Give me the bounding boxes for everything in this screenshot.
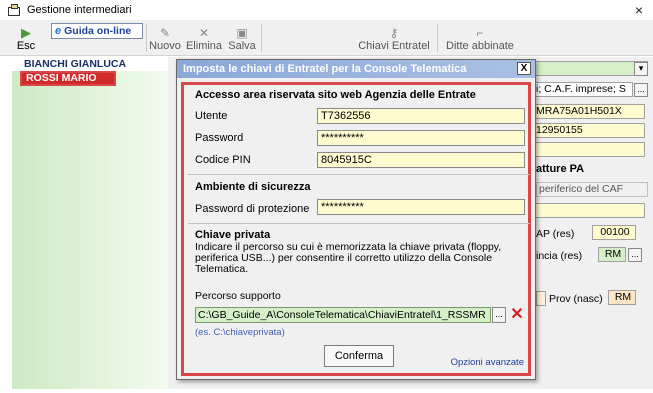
codice-pin-input[interactable]: 8045915C <box>317 152 525 168</box>
blank-field[interactable] <box>533 142 645 157</box>
guida-label: Guida on-line <box>64 25 132 37</box>
list-item-selected[interactable]: ROSSI MARIO <box>20 71 116 86</box>
protezione-label: Password di protezione <box>195 203 310 215</box>
app-icon <box>8 4 21 16</box>
window-close-button[interactable]: × <box>635 2 643 18</box>
save-icon: ▣ <box>236 26 248 40</box>
toolbar-separator <box>146 24 147 52</box>
toolbar-separator <box>261 24 262 52</box>
conferma-button[interactable]: Conferma <box>324 345 394 367</box>
blank-field-2[interactable] <box>533 203 645 218</box>
chiave-description: Indicare il percorso su cui è memorizzat… <box>195 241 502 275</box>
browser-icon: e <box>55 25 62 37</box>
opzioni-avanzate-link[interactable]: Opzioni avanzate <box>451 357 524 368</box>
cap-res-field[interactable]: 00100 <box>592 225 636 240</box>
caf-field[interactable]: i; C.A.F. imprese; S <box>533 82 633 97</box>
codice-pin-label: Codice PIN <box>195 154 251 166</box>
utente-label: Utente <box>195 110 228 122</box>
percorso-label: Percorso supporto <box>195 290 281 302</box>
section-sicurezza-title: Ambiente di sicurezza <box>195 181 311 193</box>
section-accesso-title: Accesso area riservata sito web Agenzia … <box>195 89 476 101</box>
divider <box>188 223 530 224</box>
ditte-label: Ditte abbinate <box>446 40 514 52</box>
chiavi-entratel-button[interactable]: ⚷ Chiavi Entratel <box>355 22 433 54</box>
esc-label: Esc <box>16 40 36 52</box>
dialog-close-button[interactable]: X <box>517 62 531 75</box>
ditte-abbinate-button[interactable]: ⌐ Ditte abbinate <box>441 22 519 54</box>
password-protezione-input[interactable]: ********** <box>317 199 525 215</box>
key-icon: ⚷ <box>389 26 399 40</box>
small-field[interactable] <box>536 291 546 306</box>
fatture-pa-title: atture PA <box>536 163 585 175</box>
toolbar: ▶ Esc e Guida on-line ✎ Nuovo ✕ Elimina … <box>0 20 653 56</box>
intermediari-list[interactable]: BIANCHI GIANLUCA ROSSI MARIO <box>12 57 168 389</box>
codice-fiscale-field[interactable]: MRA75A01H501X <box>533 104 645 119</box>
nuovo-button[interactable]: ✎ Nuovo <box>149 22 181 54</box>
toolbar-separator <box>437 24 438 52</box>
dropdown-arrow-icon[interactable]: ▾ <box>634 62 648 76</box>
password-input[interactable]: ********** <box>317 130 525 146</box>
chiavi-label: Chiavi Entratel <box>358 40 430 52</box>
percorso-hint: (es. C:\chiaveprivata) <box>195 327 285 338</box>
chiavi-entratel-dialog: Imposta le chiavi di Entratel per la Con… <box>176 59 536 380</box>
salva-label: Salva <box>228 40 256 52</box>
provincia-res-field[interactable]: RM <box>598 247 626 262</box>
exit-icon: ▶ <box>21 25 31 40</box>
caf-browse-button[interactable]: ... <box>634 83 648 97</box>
cap-res-label: AP (res) <box>536 228 575 240</box>
browse-button[interactable]: ... <box>492 307 506 323</box>
password-label: Password <box>195 132 244 144</box>
delete-icon: ✕ <box>198 26 210 40</box>
tipo-dropdown[interactable] <box>528 61 648 76</box>
window-title: Gestione intermediari <box>27 4 132 16</box>
prov-nasc-field[interactable]: RM <box>608 290 636 305</box>
caf-periferico-tab[interactable]: periferico del CAF <box>536 182 648 197</box>
clear-path-icon[interactable]: ✕ <box>509 306 525 324</box>
elimina-label: Elimina <box>185 40 223 52</box>
divider <box>188 174 530 175</box>
elimina-button[interactable]: ✕ Elimina <box>186 22 222 54</box>
new-icon: ✎ <box>159 26 171 40</box>
list-item[interactable]: BIANCHI GIANLUCA <box>12 57 168 71</box>
utente-input[interactable]: T7362556 <box>317 108 525 124</box>
salva-button[interactable]: ▣ Salva <box>227 22 257 54</box>
partita-iva-field[interactable]: 12950155 <box>533 123 645 138</box>
highlight-frame: Accesso area riservata sito web Agenzia … <box>181 82 531 376</box>
guida-online-button[interactable]: e Guida on-line <box>51 23 143 39</box>
dialog-title: Imposta le chiavi di Entratel per la Con… <box>183 63 467 75</box>
nuovo-label: Nuovo <box>149 40 181 52</box>
prov-nasc-label: Prov (nasc) <box>549 293 603 305</box>
percorso-supporto-input[interactable]: C:\GB_Guide_A\ConsoleTelematica\ChiaviEn… <box>195 307 491 323</box>
window-titlebar: Gestione intermediari × <box>0 0 653 20</box>
provincia-res-browse-button[interactable]: ... <box>628 248 642 262</box>
esc-button[interactable]: ▶ Esc <box>13 22 39 54</box>
section-chiave-title: Chiave privata <box>195 229 271 241</box>
dialog-title-bar: Imposta le chiavi di Entratel per la Con… <box>177 60 535 78</box>
link-icon: ⌐ <box>476 26 484 40</box>
provincia-res-label: incia (res) <box>536 250 583 262</box>
